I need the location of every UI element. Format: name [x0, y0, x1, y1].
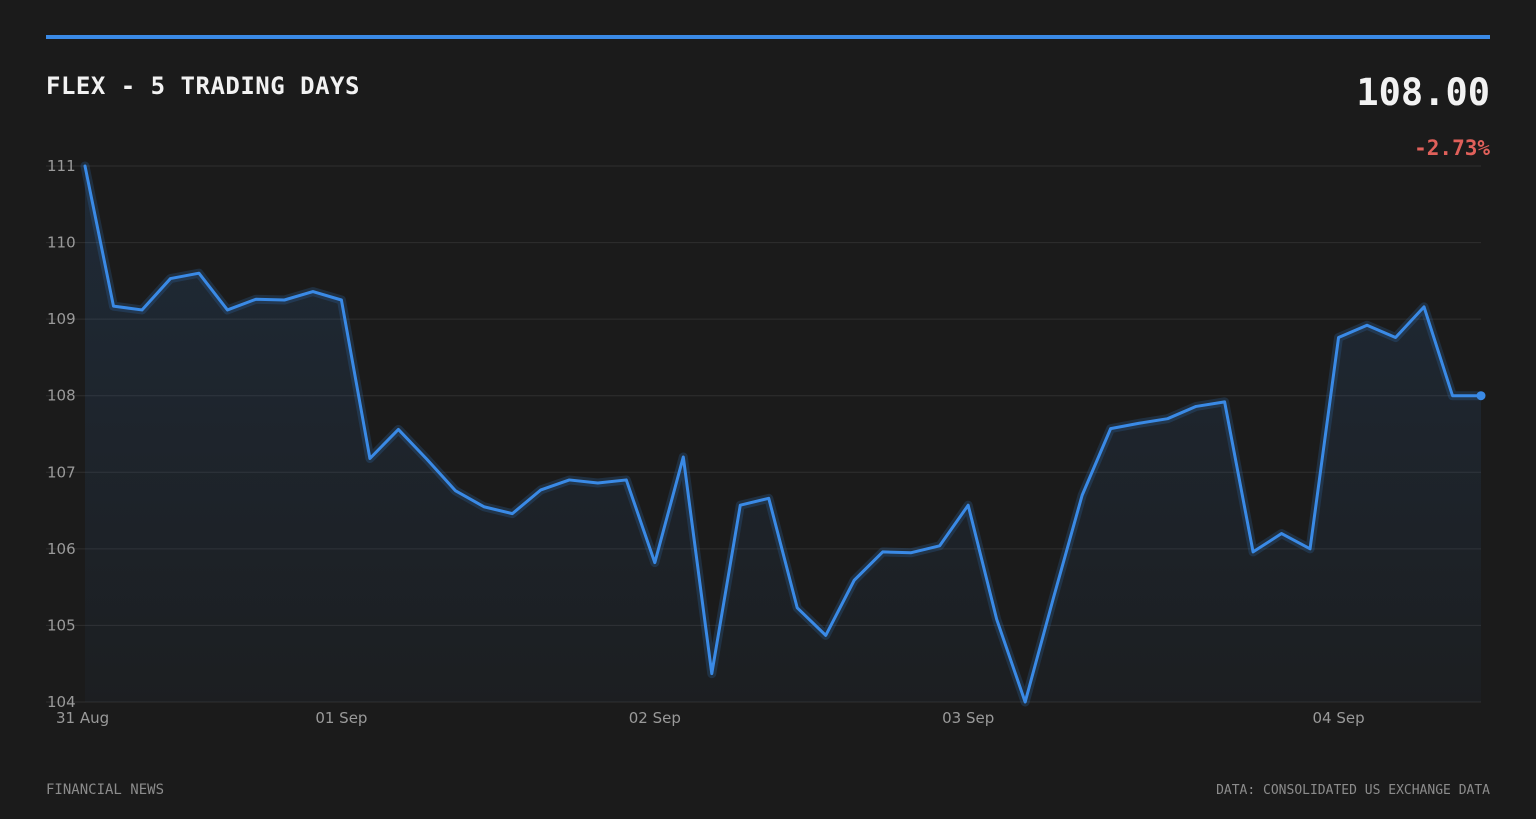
data-point — [1280, 532, 1284, 536]
data-point — [596, 481, 600, 485]
data-point — [1251, 550, 1255, 554]
data-point — [738, 503, 742, 507]
data-point — [1365, 323, 1369, 327]
data-point — [311, 290, 315, 294]
data-point — [824, 633, 828, 637]
footer-source-left: FINANCIAL NEWS — [46, 782, 165, 798]
data-point — [83, 164, 87, 168]
data-point — [710, 672, 714, 676]
data-point — [339, 298, 343, 302]
data-point — [795, 606, 799, 610]
y-tick-label: 107 — [47, 463, 76, 481]
data-point — [881, 550, 885, 554]
data-point — [966, 503, 970, 507]
data-point — [482, 505, 486, 509]
data-point — [1109, 427, 1113, 431]
data-point — [1166, 417, 1170, 421]
data-point — [1052, 595, 1056, 599]
data-point — [1337, 336, 1341, 340]
footer-source-right: DATA: CONSOLIDATED US EXCHANGE DATA — [1216, 783, 1490, 798]
data-point — [624, 478, 628, 482]
data-point — [425, 457, 429, 461]
data-point — [111, 304, 115, 308]
y-tick-label: 105 — [47, 616, 76, 634]
x-tick-label: 31 Aug — [56, 709, 109, 727]
data-point — [453, 489, 457, 493]
data-point — [1023, 700, 1027, 704]
data-point — [681, 455, 685, 459]
data-point — [852, 578, 856, 582]
data-point — [1080, 493, 1084, 497]
y-tick-label: 111 — [47, 157, 76, 175]
data-point — [1194, 404, 1198, 408]
data-point — [368, 457, 372, 461]
data-point — [1451, 394, 1455, 398]
chart-page: FLEX - 5 TRADING DAYS 108.00 -2.73% 104 1… — [0, 0, 1536, 819]
data-point — [1308, 547, 1312, 551]
data-point — [1422, 305, 1426, 309]
data-point — [539, 488, 543, 492]
x-tick-label: 01 Sep — [315, 709, 367, 727]
data-point — [510, 512, 514, 516]
x-tick-label: 02 Sep — [629, 709, 681, 727]
data-point — [938, 544, 942, 548]
data-point — [254, 297, 258, 301]
last-price-marker — [1476, 391, 1486, 401]
data-point — [282, 298, 286, 302]
data-point — [140, 308, 144, 312]
data-point — [1137, 421, 1141, 425]
y-tick-label: 108 — [47, 387, 76, 405]
data-point — [168, 277, 172, 281]
data-point — [225, 308, 229, 312]
y-tick-label: 110 — [47, 234, 76, 252]
data-point — [1223, 400, 1227, 404]
data-point — [396, 427, 400, 431]
price-chart: 104105106107108109110111 31 Aug 01 Sep 02 … — [46, 157, 1486, 727]
y-tick-label: 106 — [47, 540, 76, 558]
data-point — [653, 561, 657, 565]
x-tick-label: 03 Sep — [942, 709, 994, 727]
data-point — [197, 271, 201, 275]
price-area — [85, 166, 1481, 702]
data-point — [909, 551, 913, 555]
data-point — [1394, 336, 1398, 340]
y-axis-ticks: 104105106107108109110111 — [47, 157, 76, 711]
y-tick-label: 109 — [47, 310, 76, 328]
data-point — [567, 478, 571, 482]
data-point — [767, 496, 771, 500]
x-tick-label: 04 Sep — [1312, 709, 1364, 727]
x-axis-ticks: 31 Aug 01 Sep 02 Sep 03 Sep 04 Sep — [56, 709, 1365, 727]
data-point — [995, 617, 999, 621]
